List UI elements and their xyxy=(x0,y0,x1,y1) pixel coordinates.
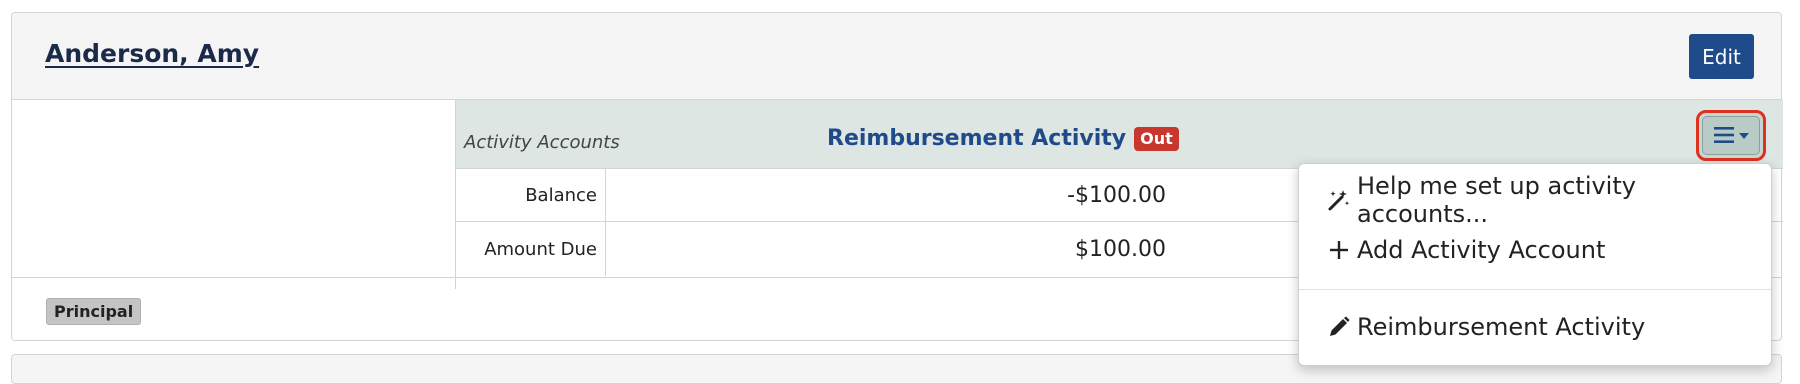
actions-menu-button[interactable] xyxy=(1696,110,1766,161)
person-name-link[interactable]: Anderson, Amy xyxy=(45,39,259,68)
menu-divider xyxy=(1299,289,1771,290)
row-value: $100.00 xyxy=(1075,236,1166,262)
actions-dropdown-menu: Help me set up activity accounts... Add … xyxy=(1298,163,1772,366)
card-header: Anderson, Amy Edit xyxy=(12,13,1781,100)
account-column-title: Reimbursement Activity Out xyxy=(827,126,1179,151)
row-label: Balance xyxy=(456,169,606,221)
accounts-caption: Activity Accounts xyxy=(464,132,620,153)
row-value: -$100.00 xyxy=(1067,182,1166,208)
plus-icon xyxy=(1327,238,1351,262)
actions-menu-button-face[interactable] xyxy=(1702,116,1760,155)
row-label: Amount Due xyxy=(456,222,606,276)
accounts-table-header: Activity Accounts Reimbursement Activity… xyxy=(456,100,1783,169)
chevron-down-icon xyxy=(1738,132,1749,139)
role-badge: Principal xyxy=(46,298,142,325)
hamburger-icon xyxy=(1713,122,1734,150)
menu-item-label: Help me set up activity accounts... xyxy=(1357,172,1636,228)
menu-item-label: Reimbursement Activity xyxy=(1357,313,1646,341)
menu-item-label: Add Activity Account xyxy=(1357,236,1606,264)
pencil-icon xyxy=(1327,315,1351,339)
menu-item-edit-account[interactable]: Reimbursement Activity xyxy=(1299,305,1771,349)
magic-wand-icon xyxy=(1327,188,1351,212)
menu-item-add-account[interactable]: Add Activity Account xyxy=(1299,228,1771,272)
menu-item-setup-help[interactable]: Help me set up activity accounts... xyxy=(1299,172,1771,228)
status-badge: Out xyxy=(1134,126,1179,151)
account-column-label: Reimbursement Activity xyxy=(827,126,1127,151)
edit-button[interactable]: Edit xyxy=(1689,34,1754,79)
